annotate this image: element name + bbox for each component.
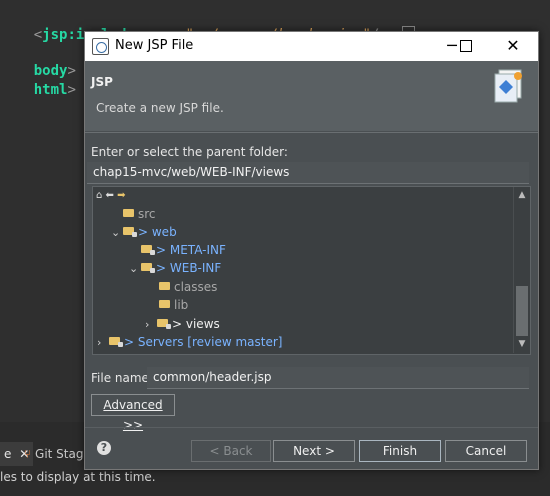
file-name-label: File name: (91, 371, 153, 385)
jsp-wizard-icon (494, 69, 522, 103)
code-line-include: <jsp:include page="../common/header.jsp"… (0, 8, 415, 44)
help-icon[interactable]: ? (97, 441, 111, 455)
next-button[interactable]: Next > (273, 440, 355, 462)
tree-item-src[interactable]: src (123, 205, 156, 223)
dialog-title: New JSP File (115, 38, 194, 53)
tree-item-views[interactable]: › > views (145, 315, 220, 333)
panel-tab-label: e (4, 447, 12, 461)
tree-item-classes[interactable]: classes (159, 278, 217, 296)
tree-item-label: > META-INF (156, 243, 226, 257)
maximize-icon (460, 40, 472, 52)
header-divider (85, 132, 538, 133)
maximize-button[interactable] (451, 35, 481, 57)
new-jsp-file-dialog: New JSP File ─ ✕ JSP Create a new JSP fi… (84, 31, 539, 470)
code-line-body: body> (0, 44, 76, 79)
folder-icon (123, 227, 137, 237)
code-line-html: html> (0, 63, 76, 98)
tree-item-label: > WEB-INF (156, 261, 222, 275)
project-icon (109, 337, 123, 347)
home-icon[interactable]: ⌂ (96, 190, 102, 201)
tree-item-servers[interactable]: › > Servers [review master] (97, 333, 282, 351)
close-button[interactable]: ✕ (498, 35, 528, 57)
folder-tree[interactable]: ⌂ ⬅ ➡ src ⌄ > web > META-INF ⌄ > WEB-INF c… (92, 186, 531, 355)
eclipse-icon (92, 38, 109, 55)
folder-icon (157, 319, 171, 329)
tree-item-label: lib (174, 298, 189, 312)
parent-folder-input[interactable]: chap15-mvc/web/WEB-INF/views (87, 162, 529, 184)
wizard-title: JSP (91, 75, 113, 89)
footer-divider (85, 427, 538, 428)
chevron-right-icon[interactable]: › (97, 334, 109, 352)
panel-message: les to display at this time. (0, 470, 156, 484)
parent-folder-label: Enter or select the parent folder: (91, 145, 288, 159)
chevron-right-icon[interactable]: › (145, 316, 157, 334)
tree-item-web-inf[interactable]: ⌄ > WEB-INF (129, 259, 221, 277)
tree-item-label: classes (174, 280, 218, 294)
tree-item-web[interactable]: ⌄ > web (111, 223, 177, 241)
folder-icon (141, 263, 155, 273)
folder-icon (123, 209, 134, 217)
forward-arrow-icon[interactable]: ➡ (117, 190, 125, 201)
back-arrow-icon[interactable]: ⬅ (106, 190, 114, 201)
chevron-down-icon[interactable]: ⌄ (129, 260, 141, 278)
folder-icon (159, 282, 170, 290)
chevron-down-icon[interactable]: ⌄ (111, 224, 123, 242)
file-name-input[interactable]: common/header.jsp (147, 367, 529, 389)
scrollbar-thumb[interactable] (516, 286, 528, 336)
tree-scrollbar[interactable]: ▲ ▼ (513, 187, 530, 353)
tree-item-label: > Servers [review master] (124, 335, 283, 349)
tree-item-label: > views (172, 317, 220, 331)
dialog-titlebar[interactable]: New JSP File ─ ✕ (85, 32, 538, 61)
git-icon: ⑂ (24, 447, 32, 461)
back-button[interactable]: < Back (191, 440, 271, 462)
tree-toolbar: ⌂ ⬅ ➡ (96, 190, 126, 204)
code-bracket: > (67, 82, 76, 98)
advanced-button[interactable]: Advanced >> (91, 394, 175, 432)
tree-item-meta-inf[interactable]: > META-INF (141, 241, 226, 259)
wizard-header (85, 61, 538, 131)
scroll-down-icon[interactable]: ▼ (516, 338, 528, 350)
finish-button[interactable]: Finish (359, 440, 441, 462)
panel-tab-label: Git Stagi (35, 447, 87, 461)
folder-icon (159, 300, 170, 308)
tree-item-label: src (138, 207, 156, 221)
code-tag-html: html (33, 82, 68, 98)
code-bracket-open: < (33, 27, 43, 43)
wizard-description: Create a new JSP file. (96, 101, 224, 115)
scroll-up-icon[interactable]: ▲ (516, 189, 528, 201)
folder-icon (141, 245, 155, 255)
tree-item-label: > web (138, 225, 177, 239)
cancel-button[interactable]: Cancel (445, 440, 527, 462)
panel-tab-git-staging[interactable]: ⑂ Git Stagi (24, 442, 87, 466)
tree-item-lib[interactable]: lib (159, 296, 188, 314)
